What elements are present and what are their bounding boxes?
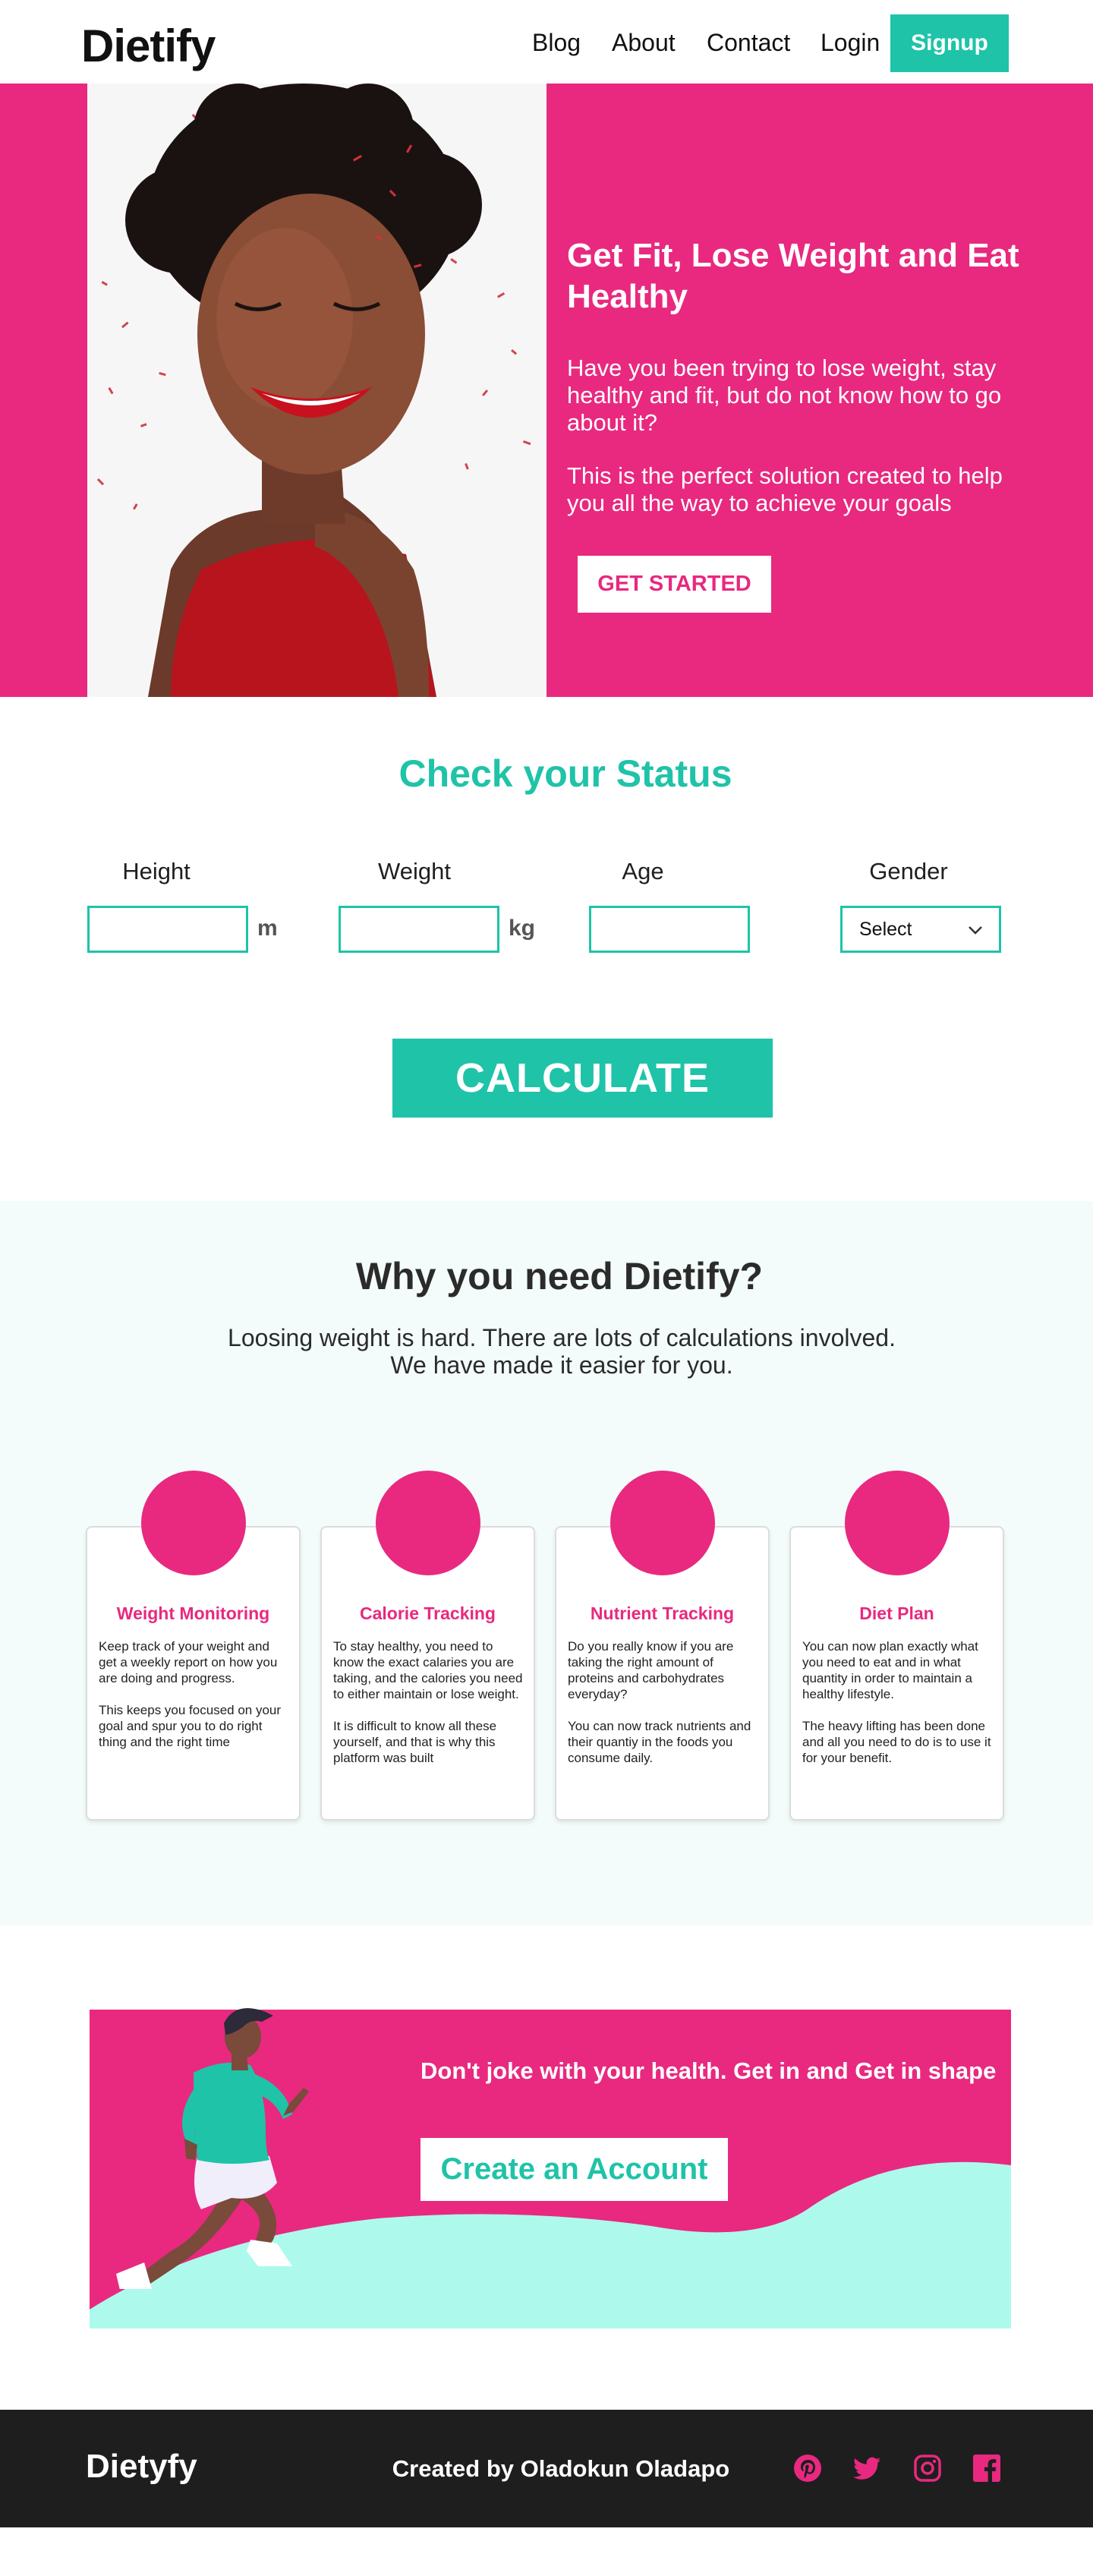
gender-label: Gender [869,858,948,884]
runner-illustration [116,2008,309,2289]
card-title: Diet Plan [859,1603,934,1623]
age-input[interactable] [589,906,750,953]
card-text: Do you really know if you are taking the… [568,1638,760,1766]
card-paragraph: To stay healthy, you need to know the ex… [333,1639,523,1701]
why-subtitle-line-1: Loosing weight is hard. There are lots o… [228,1324,896,1351]
height-unit: m [257,916,278,941]
why-subtitle-line-2: We have made it easier for you. [390,1351,733,1379]
age-label: Age [622,858,664,884]
card-paragraph: Do you really know if you are taking the… [568,1639,734,1701]
height-input[interactable] [87,906,248,953]
site-footer: Dietyfy Created by Oladokun Oladapo [0,2410,1093,2527]
top-nav: Dietify Blog About Contact Login Signup [0,0,1093,84]
hero-paragraph-1: Have you been trying to lose weight, sta… [567,355,1002,436]
nav-link-blog[interactable]: Blog [532,29,581,57]
card-circle-icon [845,1471,950,1575]
hero-title: Get Fit, Lose Weight and Eat Healthy [567,237,1019,315]
chevron-down-icon [969,926,982,935]
nav-link-contact[interactable]: Contact [707,29,790,57]
twitter-icon[interactable] [853,2454,882,2483]
card-paragraph: It is difficult to know all these yourse… [333,1719,497,1765]
card-circle-icon [376,1471,480,1575]
instagram-icon[interactable] [913,2454,942,2483]
card-text: Keep track of your weight and get a week… [99,1638,291,1750]
gender-select[interactable]: Select [840,906,1001,953]
facebook-icon[interactable] [972,2454,1001,2483]
card-circle-icon [610,1471,715,1575]
card-paragraph: Keep track of your weight and get a week… [99,1639,278,1685]
hero-woman-image [87,84,546,697]
card-circle-icon [141,1471,246,1575]
why-section: Why you need Dietify? Loosing weight is … [0,1201,1093,1925]
nav-link-about[interactable]: About [612,29,676,57]
why-title: Why you need Dietify? [355,1255,764,1297]
check-status-title: Check your Status [398,752,732,795]
card-paragraph: You can now plan exactly what you need t… [802,1639,978,1701]
card-paragraph: You can now track nutrients and their qu… [568,1719,751,1765]
hero-paragraph-2: This is the perfect solution created to … [567,462,1003,516]
card-title: Calorie Tracking [360,1603,496,1623]
cta-text: Don't joke with your health. Get in and … [421,2057,997,2084]
gender-select-value: Select [859,918,912,940]
weight-input[interactable] [339,906,499,953]
card-paragraph: The heavy lifting has been done and all … [802,1719,991,1765]
create-account-button[interactable]: Create an Account [421,2138,728,2201]
signup-button[interactable]: Signup [890,14,1009,72]
card-text: To stay healthy, you need to know the ex… [333,1638,525,1766]
pinterest-icon[interactable] [793,2454,822,2483]
site-logo[interactable]: Dietify [81,20,216,72]
hero-section: Get Fit, Lose Weight and Eat Healthy Hav… [0,84,1093,697]
weight-label: Weight [378,858,451,884]
why-subtitle: Loosing weight is hard. There are lots o… [0,1324,1093,1379]
card-paragraph: This keeps you focused on your goal and … [99,1703,282,1749]
card-title: Weight Monitoring [116,1603,270,1623]
weight-unit: kg [509,916,536,941]
card-title: Nutrient Tracking [590,1603,735,1623]
height-label: Height [122,858,191,884]
card-text: You can now plan exactly what you need t… [802,1638,994,1766]
nav-link-login[interactable]: Login [821,29,880,57]
get-started-button[interactable]: GET STARTED [578,556,771,613]
calculate-button[interactable]: CALCULATE [392,1039,773,1118]
